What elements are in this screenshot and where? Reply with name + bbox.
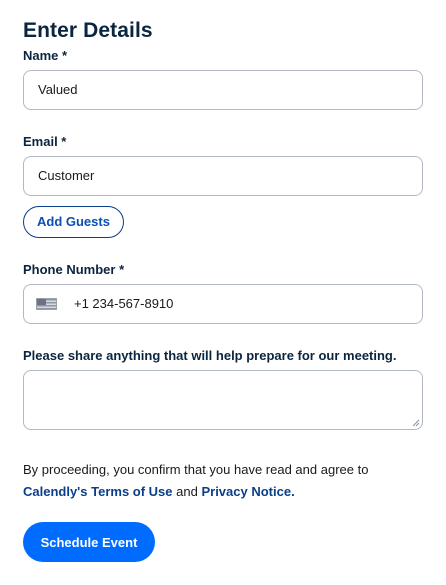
consent-text: By proceeding, you confirm that you have… — [23, 459, 423, 503]
phone-label: Phone Number * — [23, 262, 125, 277]
email-label: Email * — [23, 134, 67, 149]
schedule-event-button[interactable]: Schedule Event — [23, 522, 155, 562]
phone-field[interactable]: +1 234-567-8910 — [23, 284, 423, 324]
page-title: Enter Details — [23, 19, 153, 42]
name-field[interactable]: Valued — [23, 70, 423, 110]
consent-and: and — [176, 484, 198, 499]
resize-grip-icon[interactable] — [412, 419, 420, 427]
add-guests-button[interactable]: Add Guests — [23, 206, 124, 238]
notes-label: Please share anything that will help pre… — [23, 348, 397, 363]
consent-prefix: By proceeding, you confirm that you have… — [23, 462, 369, 477]
email-field[interactable]: Customer — [23, 156, 423, 196]
phone-value: +1 234-567-8910 — [74, 296, 174, 311]
name-label: Name * — [23, 48, 68, 63]
name-value: Valued — [38, 82, 78, 97]
notes-textarea[interactable] — [23, 370, 423, 430]
email-value: Customer — [38, 168, 95, 183]
privacy-notice-link[interactable]: Privacy Notice. — [201, 484, 294, 499]
terms-of-use-link[interactable]: Calendly's Terms of Use — [23, 484, 173, 499]
us-flag-icon[interactable] — [36, 298, 57, 310]
